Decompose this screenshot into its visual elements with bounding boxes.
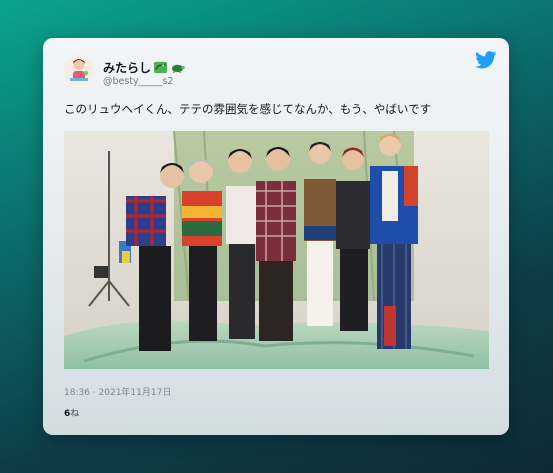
like-count[interactable]: 6ね [64, 406, 79, 419]
avatar[interactable] [64, 55, 94, 85]
twitter-bird-icon[interactable] [475, 51, 497, 69]
user-handle[interactable]: @besty_____s2 [103, 76, 173, 87]
display-name[interactable]: みたらし [103, 59, 185, 76]
like-count-suffix: ね [70, 409, 80, 419]
group-photo [64, 131, 489, 369]
tweet-card[interactable]: みたらし @besty_____s2 このリュウヘイくん、テテの雰囲気を感じてな… [43, 38, 509, 435]
tweet-photo[interactable] [64, 131, 489, 369]
tweet-timestamp[interactable]: 18:36 · 2021年11月17日 [64, 385, 171, 398]
turtle-icon [171, 64, 185, 74]
tweet-text: このリュウヘイくん、テテの雰囲気を感じてなんか、もう、やばいです [64, 102, 432, 116]
dragon-icon [154, 61, 168, 74]
display-name-text: みたらし [103, 61, 152, 75]
